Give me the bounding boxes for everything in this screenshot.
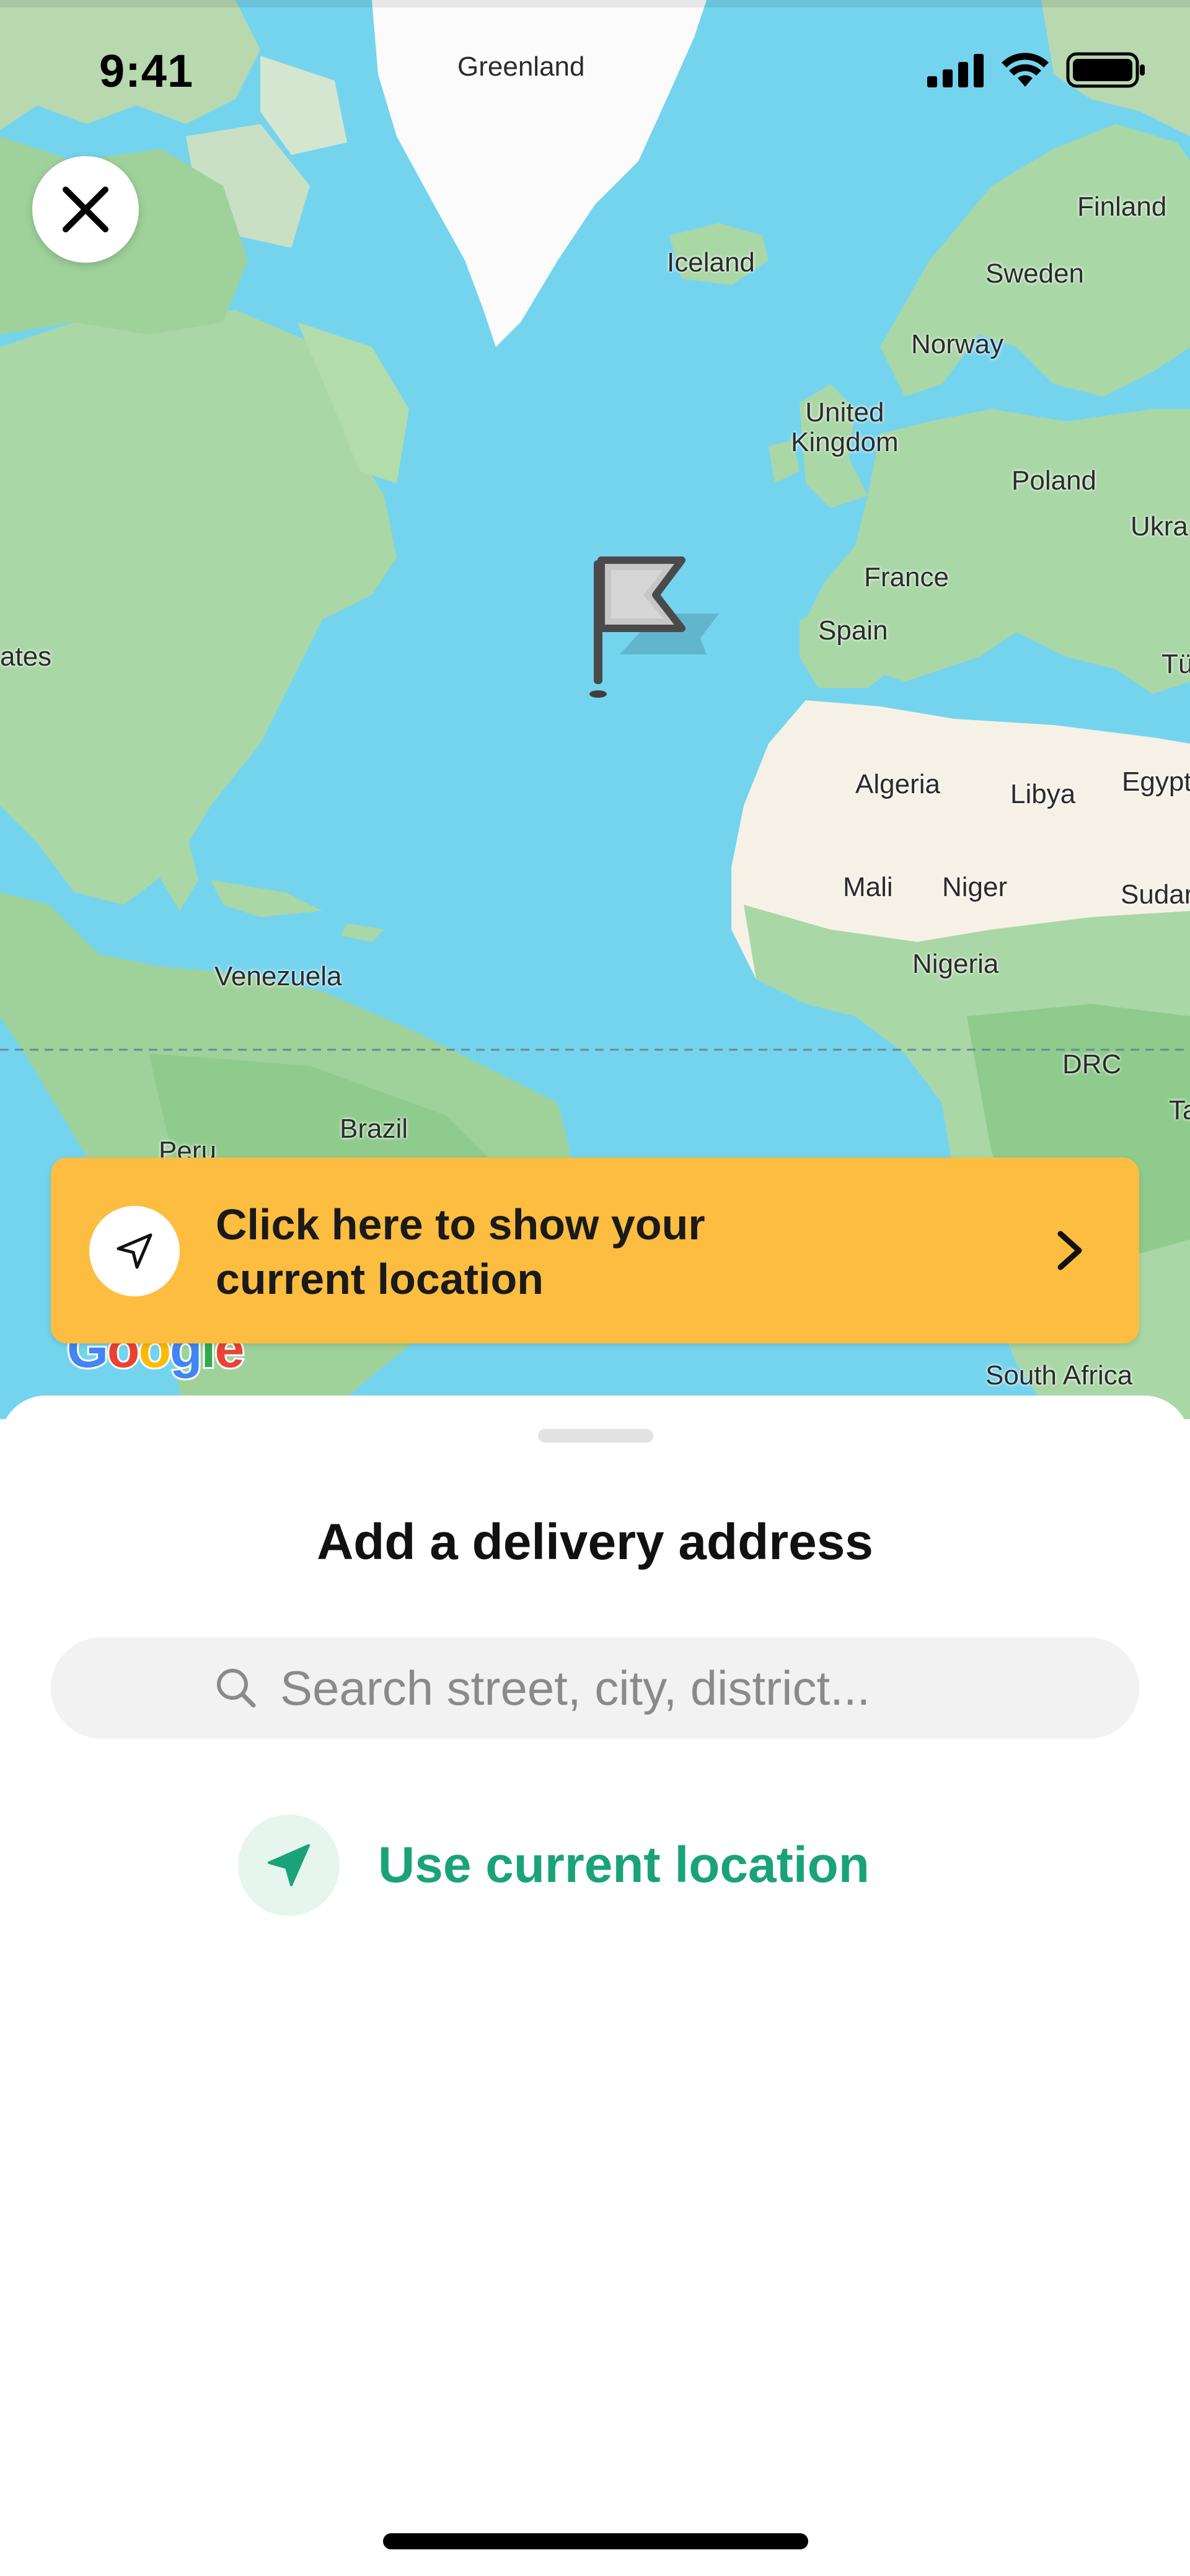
use-current-location-button[interactable]: Use current location [238, 1814, 870, 1916]
map-label-france: France [864, 562, 949, 592]
map-label-norway: Norway [911, 329, 1004, 359]
location-arrow-icon [268, 1844, 310, 1886]
map-label-sudan: Sudar [1121, 879, 1190, 910]
map-label-poland: Poland [1011, 465, 1097, 496]
map-label-kingdom: Kingdom [791, 427, 899, 458]
use-current-location-label: Use current location [378, 1837, 870, 1893]
map-label-iceland: Iceland [667, 247, 755, 278]
map-label-drc: DRC [1062, 1049, 1122, 1079]
banner-line-2: current location [216, 1255, 544, 1303]
sheet-title: Add a delivery address [317, 1514, 873, 1570]
map-label-united: United [805, 397, 884, 428]
map-label-brazil: Brazil [340, 1114, 408, 1144]
chevron-right-icon [1045, 1226, 1095, 1275]
home-indicator[interactable] [383, 2533, 808, 2549]
map-label-sweden: Sweden [985, 258, 1085, 289]
map-label-egypt: Egypt [1122, 767, 1190, 797]
navigation-arrow-icon [117, 1233, 152, 1269]
map-label-turkey: Tü [1161, 649, 1190, 679]
map-label-south-africa: South Africa [985, 1360, 1133, 1391]
map-label-united-kingdom: United Kingdom [791, 397, 899, 458]
close-icon [63, 187, 108, 232]
map-label-greenland: Greenland [457, 51, 585, 82]
map-label-libya: Libya [1010, 779, 1076, 809]
flag-pin-icon[interactable] [576, 545, 738, 700]
map-label-mali: Mali [843, 872, 893, 902]
status-time: 9:41 [99, 45, 194, 97]
wifi-icon [1002, 53, 1049, 87]
map-label-nigeria: Nigeria [912, 949, 999, 979]
banner-icon-circle [89, 1206, 180, 1296]
status-icons [927, 52, 1147, 88]
banner-line-1: Click here to show your [216, 1200, 705, 1249]
banner-text: Click here to show your current location [216, 1197, 959, 1306]
map-label-niger: Niger [942, 872, 1008, 902]
show-location-banner[interactable]: Click here to show your current location [51, 1158, 1139, 1343]
close-button[interactable] [32, 156, 139, 263]
map-label-ukraine: Ukra [1130, 511, 1188, 542]
signal-icon [927, 54, 984, 87]
battery-icon [1066, 52, 1145, 88]
bottom-sheet: Add a delivery address Use current locat… [0, 1396, 1190, 2576]
map-label-spain: Spain [818, 615, 888, 646]
map-label-venezuela: Venezuela [214, 961, 342, 991]
search-input[interactable] [279, 1659, 976, 1717]
screen: Greenland Iceland Finland Sweden Norway … [0, 0, 1190, 2576]
map-label-finland: Finland [1077, 191, 1167, 222]
search-bar[interactable] [51, 1637, 1139, 1739]
sheet-grabber[interactable] [538, 1429, 653, 1443]
map-label-tanzania: Ta [1169, 1095, 1190, 1125]
use-location-icon-circle [238, 1814, 340, 1916]
map-label-algeria: Algeria [855, 769, 940, 799]
map-label-states: ates [0, 641, 52, 672]
search-icon [214, 1666, 258, 1710]
